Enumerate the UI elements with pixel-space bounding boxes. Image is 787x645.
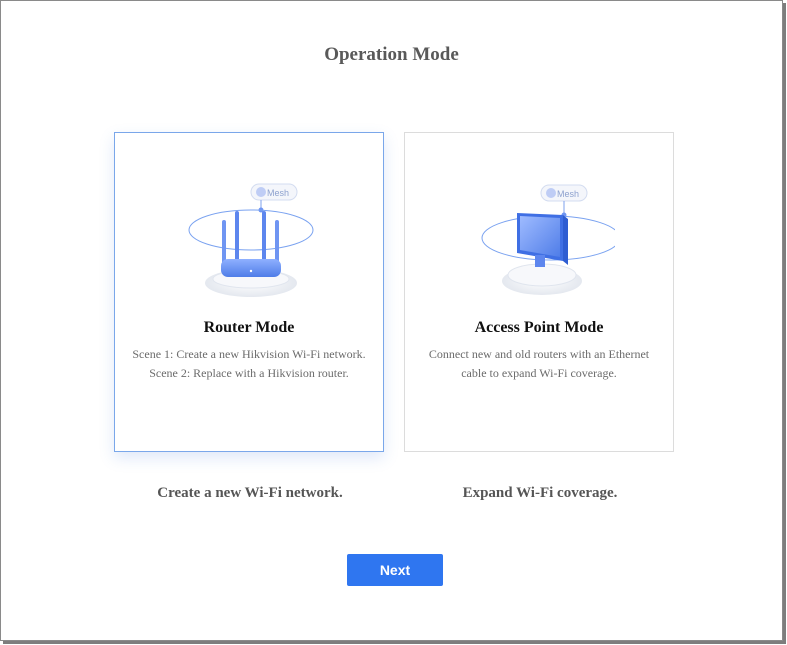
page-title: Operation Mode xyxy=(324,44,459,65)
access-point-mode-desc-line-1: Connect new and old routers with an Ethe… xyxy=(428,347,650,361)
router-mode-desc-line-1: Scene 1: Create a new Hikvision Wi-Fi ne… xyxy=(132,347,366,361)
router-mode-title: Router Mode xyxy=(203,319,295,336)
access-point-mode-caption: Expand Wi-Fi coverage. xyxy=(462,485,618,501)
access-point-mode-title: Access Point Mode xyxy=(474,319,604,336)
mesh-badge: Mesh xyxy=(250,183,298,213)
router-mode-caption: Create a new Wi-Fi network. xyxy=(157,485,343,501)
access-point-mode-desc-line-2: cable to expand Wi-Fi coverage. xyxy=(461,365,617,380)
router-mode-desc-line-2: Scene 2: Replace with a Hikvision router… xyxy=(149,365,349,380)
mesh-badge-label: Mesh xyxy=(557,189,579,199)
router-mode-card[interactable]: Mesh Router Mode Scene 1: Create a new H… xyxy=(114,132,384,452)
router-mode-description: Scene 1: Create a new Hikvision Wi-Fi ne… xyxy=(129,345,369,382)
access-point-illustration: Mesh xyxy=(481,184,615,295)
router-illustration: Mesh xyxy=(188,183,314,297)
dialog-frame: Operation Mode Mesh Router Mode Scene 1:… xyxy=(0,0,783,641)
access-point-mode-description: Connect new and old routers with an Ethe… xyxy=(419,345,659,382)
access-point-mode-card[interactable]: Mesh Access Point Mode Connect new and o… xyxy=(404,132,674,452)
mesh-badge-label: Mesh xyxy=(267,188,289,198)
next-button[interactable]: Next xyxy=(347,554,443,586)
mesh-badge: Mesh xyxy=(540,184,588,218)
